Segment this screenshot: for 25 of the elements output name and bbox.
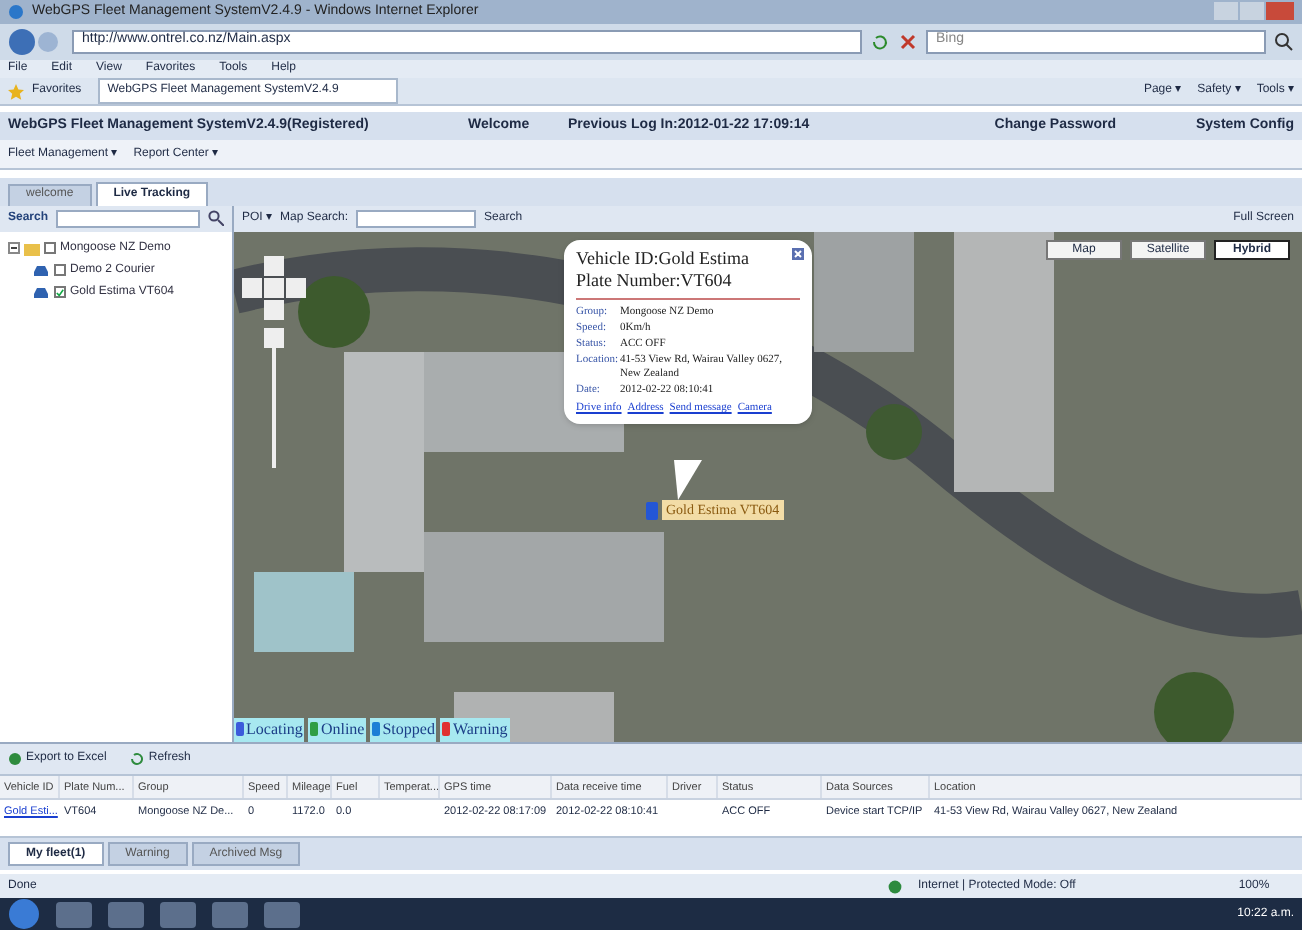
checkbox[interactable]	[44, 242, 56, 255]
expander-toggle[interactable]	[8, 242, 20, 255]
window-controls-icon	[1214, 2, 1294, 21]
tree-search-field[interactable]	[56, 209, 200, 228]
map-search-field[interactable]	[356, 209, 477, 228]
start-button-icon	[8, 898, 40, 930]
legend-label: Warning	[452, 717, 508, 742]
star-icon	[8, 83, 24, 100]
checkbox[interactable]	[54, 286, 66, 299]
minus-icon	[8, 242, 20, 255]
check-icon	[56, 287, 64, 298]
legend-label: Locating	[246, 717, 303, 742]
legend-label: Stopped	[382, 717, 435, 742]
search-icon	[1274, 31, 1294, 52]
close-icon	[898, 31, 918, 52]
close-icon	[792, 247, 804, 260]
refresh-icon	[130, 751, 145, 766]
popup-title: Plate Number:VT604	[576, 269, 732, 292]
popup-title: Vehicle ID:Gold Estima	[576, 247, 749, 270]
legend-label: Online	[320, 717, 365, 742]
search-icon	[208, 210, 224, 227]
checkbox[interactable]	[54, 264, 66, 277]
refresh-icon	[870, 31, 890, 52]
car-marker-icon	[646, 501, 658, 520]
popup-pointer-icon	[674, 459, 702, 500]
